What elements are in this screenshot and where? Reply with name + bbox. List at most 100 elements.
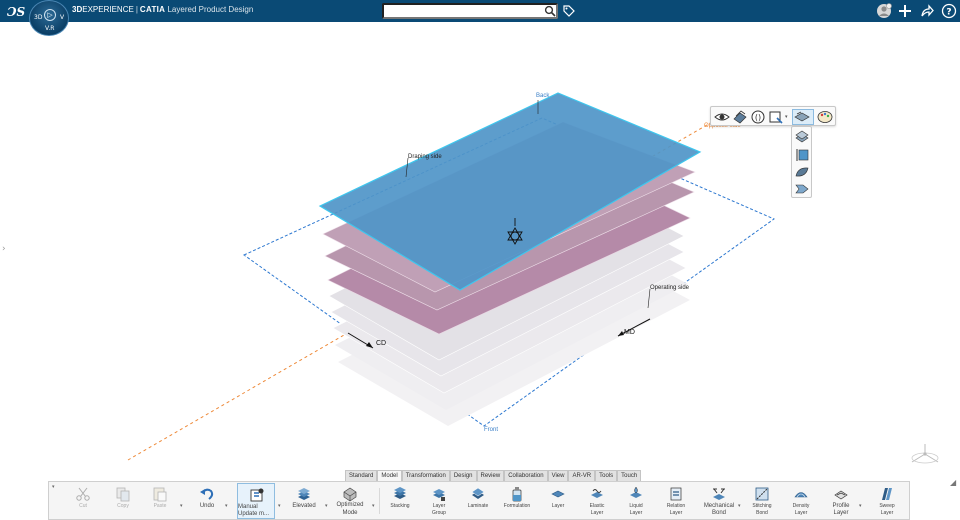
liquid-layer-icon (628, 486, 644, 502)
share-icon[interactable] (919, 3, 935, 19)
copy-button[interactable]: Copy (111, 482, 135, 520)
floating-view-toolbar: () ▾ (710, 106, 836, 126)
svg-text:ƆS: ƆS (7, 5, 26, 19)
floating-layer-options (791, 126, 812, 198)
relation-layer-button[interactable]: Relation Layer (661, 482, 691, 520)
user-avatar-icon[interactable] (876, 3, 892, 19)
tab-model[interactable]: Model (377, 470, 402, 481)
mechanical-bond-button[interactable]: Mechanical Bond (701, 482, 737, 520)
stitching-bond-icon (754, 486, 770, 502)
expand-panel-icon[interactable]: › (2, 244, 6, 254)
svg-text:?: ? (946, 8, 951, 18)
sweep-layer-icon (879, 486, 895, 502)
undo-icon (199, 486, 215, 502)
layer-stack-icon[interactable] (794, 129, 810, 145)
separator (379, 488, 380, 514)
palette-icon[interactable] (817, 109, 833, 125)
layer-button[interactable]: Layer (544, 482, 572, 520)
tag-icon[interactable] (562, 4, 576, 18)
profile-layer-button[interactable]: Profile Layer (826, 482, 856, 520)
back-label: Back (536, 93, 550, 99)
layer-group-button[interactable]: Layer Group (425, 482, 453, 520)
action-bar-tabs: Standard Model Transformation Design Rev… (345, 470, 642, 481)
manual-update-button[interactable]: Manual Update m... (237, 483, 275, 519)
add-icon[interactable] (897, 3, 913, 19)
search-icon[interactable] (544, 4, 556, 17)
eye-icon[interactable] (714, 109, 730, 125)
front-label: Front (484, 427, 499, 433)
layer-display-icon[interactable] (792, 109, 814, 125)
density-layer-icon (793, 486, 809, 502)
elevated-icon (296, 486, 312, 502)
collapse-action-bar-icon[interactable]: ▾ (52, 484, 55, 490)
app-title: 3DEXPERIENCE | CATIA Layered Product Desig… (72, 5, 254, 14)
compass-widget[interactable]: 3D ▷ V V.R (29, 0, 69, 36)
profile-layer-icon (833, 486, 849, 502)
leaf-icon[interactable] (794, 164, 810, 180)
parenthesis-icon[interactable]: () (750, 109, 766, 125)
density-layer-button[interactable]: Density Layer (787, 482, 815, 520)
elastic-layer-button[interactable]: Elastic Layer (583, 482, 611, 520)
layer-group-icon (431, 486, 447, 502)
tab-ar-vr[interactable]: AR-VR (568, 470, 596, 481)
svg-text:(): () (755, 113, 761, 122)
laminate-icon (470, 486, 486, 502)
view-select-icon[interactable] (768, 109, 784, 125)
action-bar: ▾ Cut Copy Paste ▾ Undo ▾ Manual Update … (48, 481, 910, 520)
optimized-mode-icon (342, 486, 358, 502)
sweep-layer-button[interactable]: Sweep Layer (873, 482, 901, 520)
manual-update-icon (249, 487, 265, 503)
tab-design[interactable]: Design (449, 470, 477, 481)
laminate-button[interactable]: Laminate (464, 482, 492, 520)
viewport-resize-icon[interactable]: ◢ (950, 478, 956, 487)
tab-collaboration[interactable]: Collaboration (504, 470, 548, 481)
undo-button[interactable]: Undo (193, 482, 221, 520)
help-icon[interactable]: ? (941, 3, 957, 19)
formulation-button[interactable]: Formulation (503, 482, 531, 520)
tab-standard[interactable]: Standard (345, 470, 378, 481)
search-input[interactable] (382, 3, 558, 19)
mode-dropdown-icon[interactable]: ▾ (372, 503, 377, 509)
stacking-button[interactable]: Stacking (386, 482, 414, 520)
cd-label: CD (376, 340, 387, 347)
render-style-icon[interactable] (732, 109, 748, 125)
play-icon[interactable]: ▷ (44, 9, 56, 21)
profile-dropdown-icon[interactable]: ▾ (859, 503, 864, 509)
compass-v-label: V (60, 14, 65, 21)
tab-view[interactable]: View (547, 470, 569, 481)
orientation-compass-icon[interactable] (908, 442, 942, 468)
paste-button[interactable]: Paste (147, 482, 173, 520)
scissors-icon (75, 486, 91, 502)
layer-icon (550, 486, 566, 502)
elevated-button[interactable]: Elevated (289, 482, 319, 520)
dassault-logo: ƆS (6, 2, 26, 20)
elastic-layer-icon (589, 486, 605, 502)
tab-tools[interactable]: Tools (595, 470, 618, 481)
copy-icon (115, 486, 131, 502)
cut-button[interactable]: Cut (71, 482, 95, 520)
tab-touch[interactable]: Touch (617, 470, 642, 481)
stacking-icon (392, 486, 408, 502)
md-label: MD (624, 329, 635, 336)
undo-dropdown-icon[interactable]: ▾ (225, 503, 230, 509)
thickness-icon[interactable] (794, 147, 810, 163)
optimized-mode-button[interactable]: Optimized Mode (333, 482, 367, 520)
compass-vr-label: V.R (45, 25, 55, 32)
app-subtitle: Layered Product Design (167, 5, 254, 14)
layered-product-scene[interactable] (0, 22, 960, 470)
arrow-right-icon[interactable] (794, 181, 810, 197)
relation-layer-icon (668, 486, 684, 502)
tab-transformation[interactable]: Transformation (401, 470, 450, 481)
formulation-icon (509, 486, 525, 502)
top-bar: ƆS 3DEXPERIENCE | CATIA Layered Product De… (0, 0, 960, 22)
stitching-bond-button[interactable]: Stitching Bond (748, 482, 776, 520)
paste-dropdown-icon[interactable]: ▾ (180, 503, 185, 509)
liquid-layer-button[interactable]: Liquid Layer (622, 482, 650, 520)
3d-viewport[interactable]: Back Front Draping side Operating side O… (0, 22, 960, 487)
draping-side-label: Draping side (408, 154, 442, 160)
paste-icon (152, 486, 168, 502)
mechanical-bond-icon (711, 486, 727, 502)
operating-side-label: Operating side (650, 285, 690, 291)
dropdown-arrow-icon[interactable]: ▾ (785, 109, 791, 125)
tab-review[interactable]: Review (476, 470, 505, 481)
